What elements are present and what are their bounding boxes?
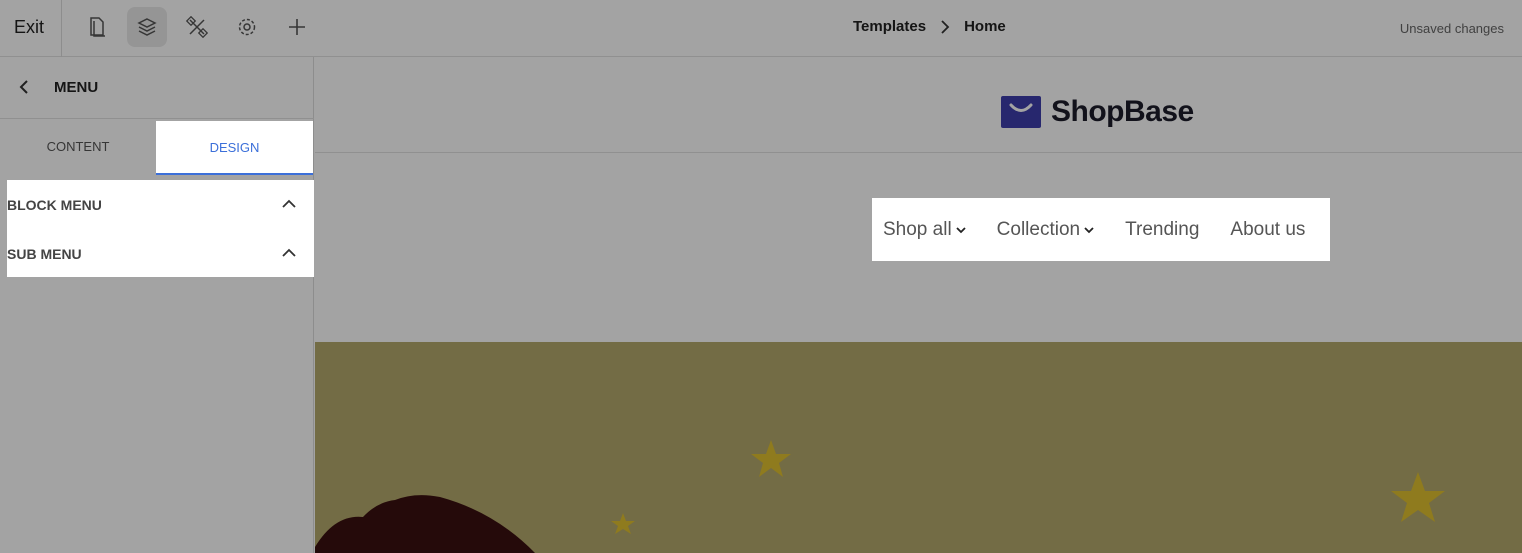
shopping-bag-icon (1001, 96, 1041, 128)
gear-icon[interactable] (227, 7, 267, 47)
star-icon (1391, 472, 1445, 522)
chevron-down-icon (1084, 226, 1094, 233)
plus-icon[interactable] (277, 7, 317, 47)
sidebar-header: MENU (0, 57, 314, 119)
store-header: ShopBase (315, 57, 1522, 153)
hero-illustration (315, 440, 1445, 553)
tab-content[interactable]: CONTENT (0, 119, 156, 173)
chevron-down-icon (956, 226, 966, 233)
nav-label: Shop all (883, 218, 952, 240)
section-block-menu[interactable]: BLOCK MENU (7, 180, 314, 230)
star-icon (751, 440, 791, 477)
tools-icon[interactable] (177, 7, 217, 47)
chevron-right-icon (940, 19, 950, 34)
save-status: Unsaved changes (1399, 21, 1504, 36)
chevron-up-icon[interactable] (282, 245, 296, 263)
sidebar-title: MENU (54, 79, 99, 96)
page-icon[interactable] (77, 7, 117, 47)
nav-label: Collection (996, 218, 1081, 240)
star-icon (611, 513, 635, 534)
top-toolbar: Exit Templates Home Unsaved changes (0, 0, 1522, 57)
chevron-up-icon[interactable] (282, 196, 296, 214)
nav-item-about-us[interactable]: About us (1230, 219, 1305, 241)
breadcrumb: Templates Home (853, 18, 1006, 35)
preview-canvas: ShopBase (315, 57, 1522, 553)
character-hair (315, 495, 535, 553)
section-sub-menu[interactable]: SUB MENU (7, 230, 314, 277)
logo-text: ShopBase (1051, 95, 1194, 128)
nav-label: Trending (1125, 218, 1200, 240)
nav-item-shop-all[interactable]: Shop all (883, 219, 966, 241)
breadcrumb-templates[interactable]: Templates (853, 18, 926, 35)
exit-button[interactable]: Exit (14, 17, 44, 38)
store-nav-menu[interactable]: Shop all Collection Trending About us (872, 198, 1330, 261)
nav-label: About us (1230, 218, 1306, 240)
section-label: BLOCK MENU (7, 197, 102, 213)
chevron-left-icon[interactable] (16, 79, 32, 95)
nav-item-collection[interactable]: Collection (997, 219, 1094, 241)
tab-design[interactable]: DESIGN (156, 121, 313, 175)
breadcrumb-home: Home (964, 18, 1006, 35)
section-label: SUB MENU (7, 245, 82, 262)
nav-item-trending[interactable]: Trending (1125, 219, 1199, 241)
layers-icon[interactable] (127, 7, 167, 47)
store-logo[interactable]: ShopBase (1001, 95, 1194, 129)
toolbar-divider (61, 0, 62, 57)
hero-banner[interactable] (315, 342, 1522, 553)
